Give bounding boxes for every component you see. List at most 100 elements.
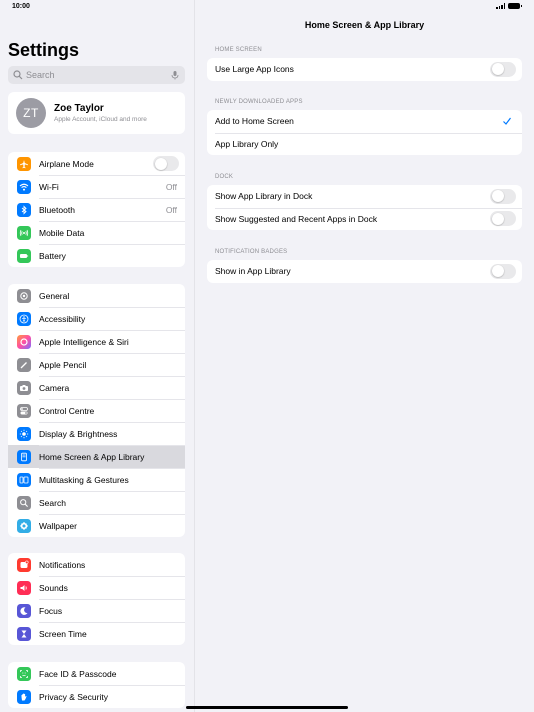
row-label: Show in App Library [215,266,291,277]
bluetooth-status: Off [165,204,177,215]
general-group: General Accessibility Apple Intelligence… [8,284,185,537]
row-label: App Library Only [215,138,279,149]
detail-pane: Home Screen & App Library [195,0,534,712]
home-screen-group: Use Large App Icons [207,58,522,81]
sidebar-item-focus[interactable]: Focus [8,599,185,622]
battery-icon [17,248,31,263]
show-app-library-in-dock-toggle[interactable] [490,188,516,204]
battery-status-icon [508,3,522,9]
avatar: ZT [16,98,46,128]
wifi-status: Off [165,181,177,192]
page-title: Home Screen & App Library [304,20,425,30]
section-header-newly-downloaded: NEWLY DOWNLOADED APPS [215,99,303,105]
control-centre-icon [17,403,31,418]
sidebar-item-face-id[interactable]: Face ID & Passcode [8,662,185,685]
section-header-dock: DOCK [215,174,234,180]
pencil-icon [17,357,31,372]
dock-group: Show App Library in Dock Show Suggested … [207,185,522,230]
sidebar-item-mobile-data[interactable]: Mobile Data [8,221,185,244]
wallpaper-icon [17,518,31,533]
hourglass-icon [17,626,31,641]
section-header-notification-badges: NOTIFICATION BADGES [215,249,288,255]
search-placeholder: Search [26,70,55,80]
sidebar-item-label: Focus [39,605,63,616]
search-icon [17,495,31,510]
sidebar-item-label: General [39,290,70,301]
security-group: Face ID & Passcode Privacy & Security [8,662,185,708]
large-app-icons-row[interactable]: Use Large App Icons [207,58,522,81]
siri-icon [17,334,31,349]
bluetooth-icon [17,202,31,217]
hand-icon [17,689,31,704]
show-suggested-apps-row[interactable]: Show Suggested and Recent Apps in Dock [207,207,522,231]
sidebar-item-label: Control Centre [39,405,95,416]
accessibility-icon [17,311,31,326]
sidebar-item-label: Wallpaper [39,520,77,531]
antenna-icon [17,225,31,240]
sidebar-item-label: Wi-Fi [39,181,59,192]
status-time: 10:00 [12,3,30,10]
sidebar-item-multitasking[interactable]: Multitasking & Gestures [8,468,185,491]
home-indicator[interactable] [186,706,348,709]
microphone-icon[interactable] [170,70,180,80]
face-id-icon [17,666,31,681]
add-to-home-screen-option[interactable]: Add to Home Screen [207,110,522,133]
sidebar-item-search[interactable]: Search [8,491,185,514]
show-suggested-apps-toggle[interactable] [490,211,516,227]
settings-sidebar: 10:00 Settings Search ZT Zoe Taylor Appl… [0,0,195,712]
notification-badges-group: Show in App Library [207,260,522,283]
cellular-signal-icon [496,3,505,9]
sidebar-item-label: Privacy & Security [39,691,108,702]
sidebar-item-general[interactable]: General [8,284,185,307]
search-field[interactable]: Search [8,66,185,84]
sidebar-item-wallpaper[interactable]: Wallpaper [8,514,185,537]
wifi-icon [17,179,31,194]
sidebar-item-label: Notifications [39,559,86,570]
sidebar-item-label: Apple Pencil [39,359,87,370]
sidebar-item-battery[interactable]: Battery [8,244,185,267]
sidebar-item-control-centre[interactable]: Control Centre [8,399,185,422]
airplane-mode-toggle[interactable] [153,156,179,171]
sidebar-item-sounds[interactable]: Sounds [8,576,185,599]
sidebar-item-privacy[interactable]: Privacy & Security [8,685,185,708]
bell-icon [17,557,31,572]
sidebar-item-label: Home Screen & App Library [39,451,145,462]
status-indicators [496,3,522,9]
sidebar-item-screen-time[interactable]: Screen Time [8,622,185,645]
airplane-icon [17,156,31,171]
sidebar-item-label: Mobile Data [39,227,85,238]
sidebar-item-apple-intelligence[interactable]: Apple Intelligence & Siri [8,330,185,353]
sidebar-item-accessibility[interactable]: Accessibility [8,307,185,330]
sidebar-item-bluetooth[interactable]: Bluetooth Off [8,198,185,221]
sidebar-item-label: Apple Intelligence & Siri [39,336,129,347]
multitasking-icon [17,472,31,487]
account-profile[interactable]: ZT Zoe Taylor Apple Account, iCloud and … [8,92,185,134]
show-app-library-in-dock-row[interactable]: Show App Library in Dock [207,185,522,208]
camera-icon [17,380,31,395]
search-icon [13,70,23,80]
sidebar-item-camera[interactable]: Camera [8,376,185,399]
notifications-group: Notifications Sounds Focus Screen Time [8,553,185,645]
show-in-app-library-row[interactable]: Show in App Library [207,260,522,283]
sidebar-item-label: Face ID & Passcode [39,668,117,679]
app-library-only-option[interactable]: App Library Only [207,132,522,156]
row-label: Use Large App Icons [215,64,294,75]
sun-icon [17,426,31,441]
profile-name: Zoe Taylor [54,103,104,114]
sidebar-item-airplane-mode[interactable]: Airplane Mode [8,152,185,175]
section-header-home-screen: HOME SCREEN [215,47,262,53]
large-app-icons-toggle[interactable] [490,61,516,77]
sidebar-item-wifi[interactable]: Wi-Fi Off [8,175,185,198]
sidebar-item-home-screen[interactable]: Home Screen & App Library [8,445,185,468]
checkmark-icon [503,117,511,126]
sidebar-item-notifications[interactable]: Notifications [8,553,185,576]
show-in-app-library-toggle[interactable] [490,263,516,279]
sidebar-item-display-brightness[interactable]: Display & Brightness [8,422,185,445]
sidebar-item-apple-pencil[interactable]: Apple Pencil [8,353,185,376]
newly-downloaded-group: Add to Home Screen App Library Only [207,110,522,155]
moon-icon [17,603,31,618]
sidebar-item-label: Search [39,497,66,508]
row-label: Show Suggested and Recent Apps in Dock [215,213,378,224]
sidebar-item-label: Multitasking & Gestures [39,474,129,485]
profile-subtitle: Apple Account, iCloud and more [54,116,147,123]
